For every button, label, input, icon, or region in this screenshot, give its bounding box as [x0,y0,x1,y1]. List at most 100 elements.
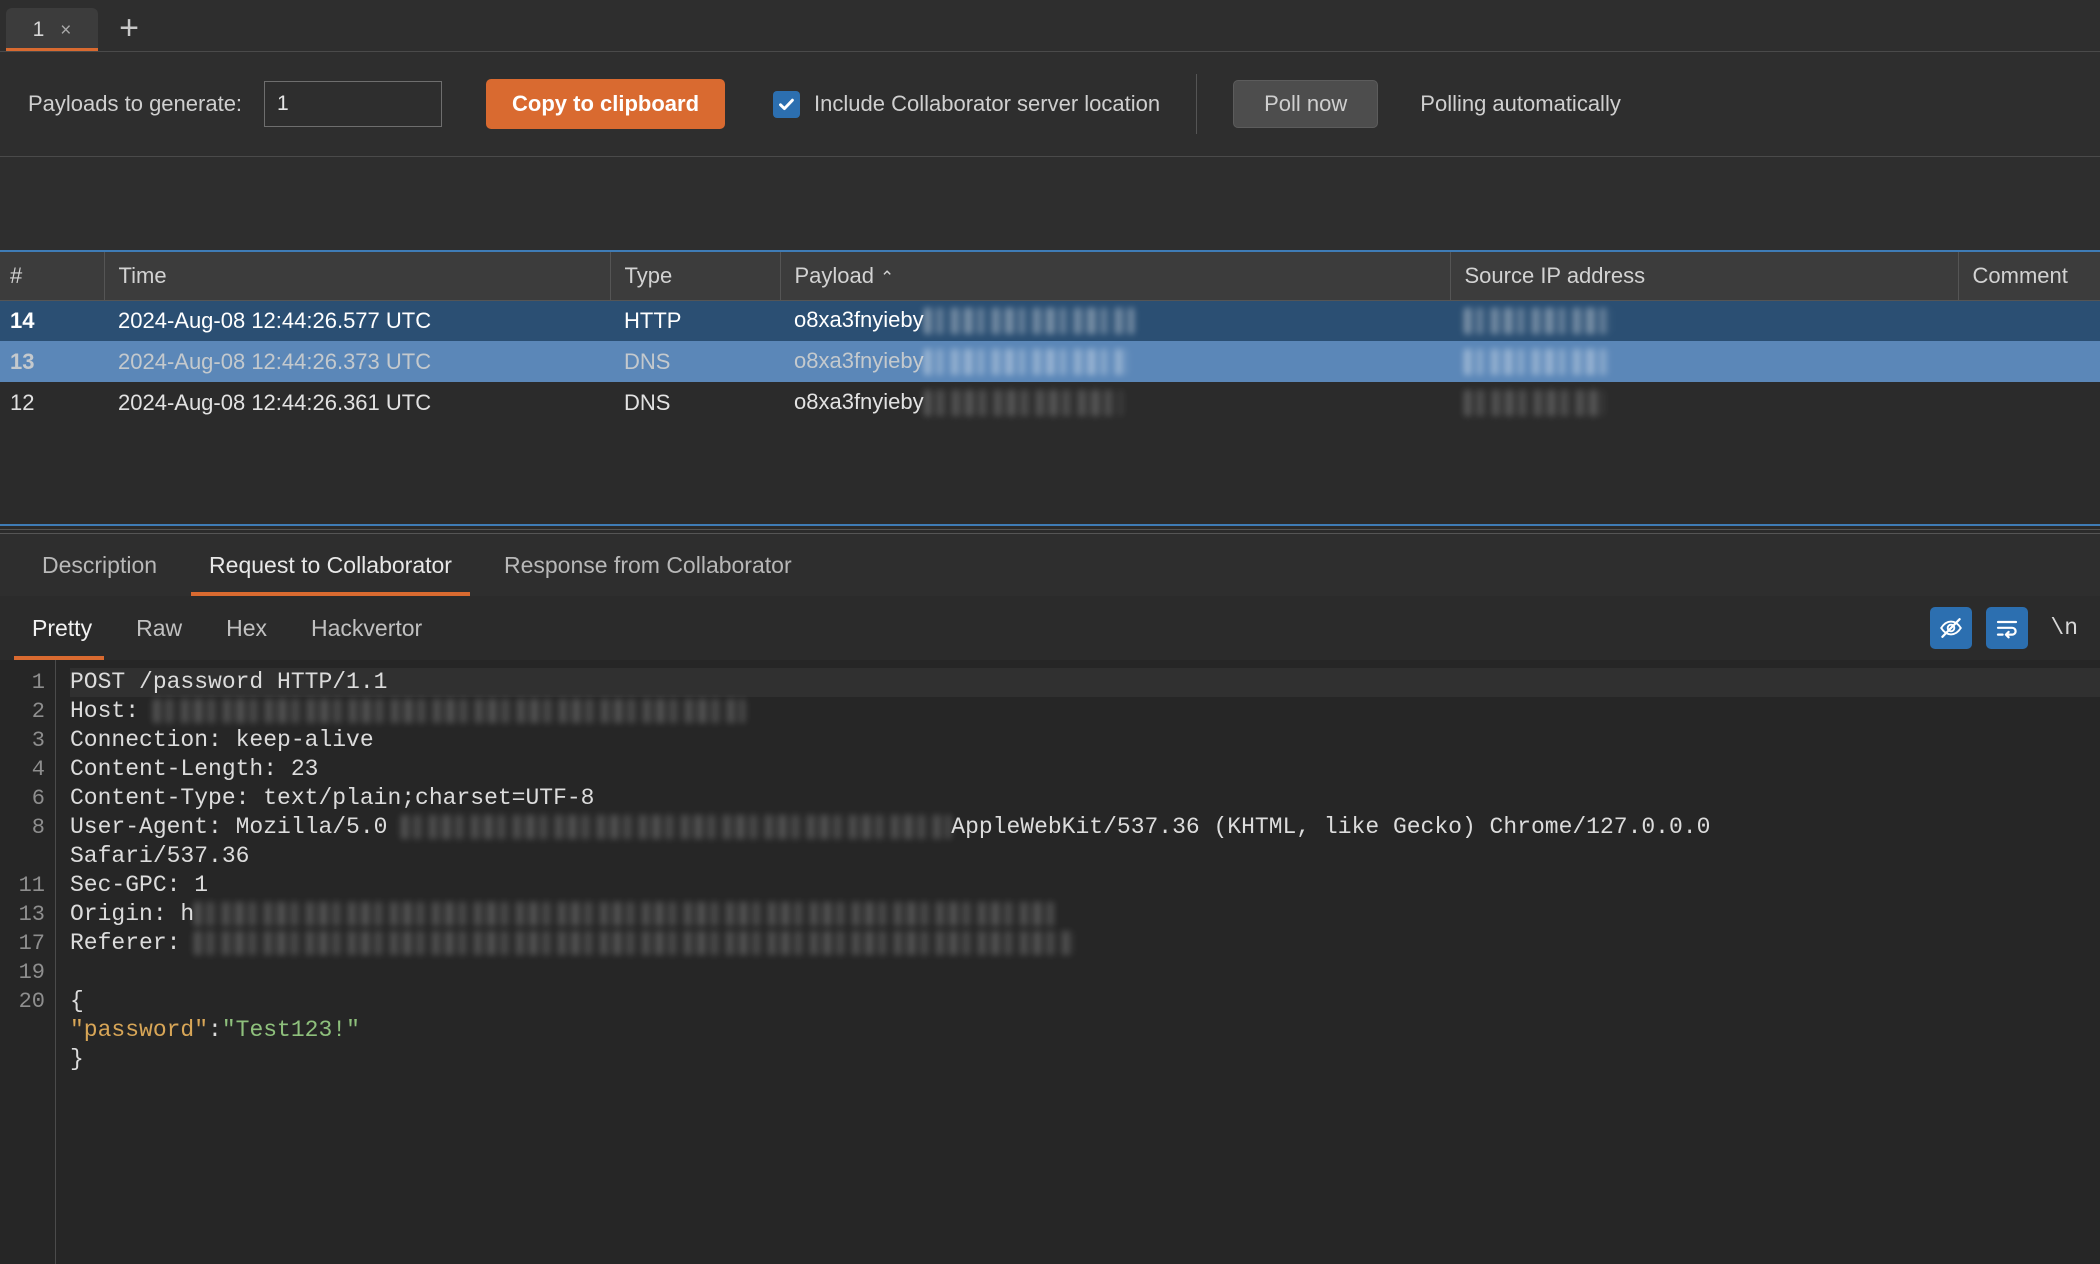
column-header-payload-label: Payload [794,262,875,288]
cell-type: DNS [624,389,671,415]
line-number: 6 [31,786,45,811]
redacted-source-ip [1464,308,1614,335]
code-line-user-agent-wrap: Safari/537.36 [70,843,250,869]
cell-source-ip [1450,382,1958,423]
redacted-host-value [152,698,745,723]
code-line-content-type: Content-Type: text/plain;charset=UTF-8 [70,785,595,811]
user-agent-tail: AppleWebKit/537.36 (KHTML, like Gecko) C… [951,814,1711,840]
eye-slash-icon[interactable] [1930,607,1973,649]
column-header-type[interactable]: Type [610,252,781,301]
cell-payload-text: o8xa3fnyieby [794,307,924,333]
payloads-to-generate-label: Payloads to generate: [28,91,243,116]
redacted-payload-suffix [923,349,1129,376]
cell-source-ip [1450,341,1958,382]
code-line-request-line: POST /password HTTP/1.1 [70,668,2100,697]
newline-toggle-label[interactable]: \n [2050,615,2078,641]
payloads-to-generate-input[interactable] [264,81,443,127]
code-line-referer: Referer: [70,929,2100,958]
word-wrap-icon[interactable] [1986,607,2029,649]
line-number-gutter: 1 2 3 4 6 8 11 13 17 19 20 [0,660,56,1264]
copy-to-clipboard-button[interactable]: Copy to clipboard [486,79,726,129]
redacted-source-ip [1464,349,1612,376]
cell-type: DNS [624,348,671,374]
redacted-payload-suffix [923,390,1122,417]
code-line-json-password: "password":"Test123!" [70,1016,2100,1045]
line-number: 11 [18,873,45,898]
line-number: 1 [31,670,45,695]
cell-source-ip [1450,300,1958,341]
tab-hex[interactable]: Hex [204,596,289,660]
line-number: 4 [31,757,45,782]
close-icon[interactable]: × [60,21,71,40]
request-code-viewer[interactable]: 1 2 3 4 6 8 11 13 17 19 20 POST /passwor… [0,660,2100,1264]
table-row[interactable]: 14 2024-Aug-08 12:44:26.577 UTC HTTP o8x… [0,300,2100,341]
cell-time: 2024-Aug-08 12:44:26.577 UTC [118,307,432,333]
table-row[interactable]: 13 2024-Aug-08 12:44:26.373 UTC DNS o8xa… [0,341,2100,382]
view-actions: \n [1930,607,2100,649]
cell-comment [1958,341,2100,382]
tab-hackvertor[interactable]: Hackvertor [289,596,444,660]
collaborator-events-table[interactable]: # Time Type Payload ⌃ Source IP address C… [0,252,2100,448]
cell-comment [1958,382,2100,423]
splitter-line-1 [0,529,2100,530]
collaborator-toolbar: Payloads to generate: Copy to clipboard … [0,52,2100,156]
header-name-referer: Referer: [70,930,195,956]
code-line-origin: Origin: h [70,900,2100,929]
table-row[interactable]: 12 2024-Aug-08 12:44:26.361 UTC DNS o8xa… [0,382,2100,423]
panel-splitter[interactable] [0,448,2100,534]
polling-status-label: Polling automatically [1420,91,1621,116]
column-header-time[interactable]: Time [104,252,611,301]
include-server-location-checkbox[interactable]: Include Collaborator server location [773,90,1160,118]
code-line-sec-gpc: Sec-GPC: 1 [70,872,209,898]
cell-time: 2024-Aug-08 12:44:26.361 UTC [118,389,432,415]
line-number [0,1016,55,1045]
message-tab-bar: Description Request to Collaborator Resp… [0,534,2100,596]
tab-strip: 1 × + [0,0,2100,52]
column-header-num[interactable]: # [0,252,105,301]
cell-num: 13 [10,348,35,374]
tab-label: 1 [32,18,45,41]
tab-raw[interactable]: Raw [114,596,204,660]
cell-num: 12 [10,389,35,415]
checkbox-checked-icon [773,90,801,118]
json-key-password: "password" [70,1017,209,1043]
tab-description[interactable]: Description [16,534,183,596]
cell-payload-text: o8xa3fnyieby [794,388,924,414]
redacted-origin-value [194,901,1055,926]
table-header-row: # Time Type Payload ⌃ Source IP address C… [0,252,2100,301]
redacted-user-agent-platform [401,814,952,839]
column-header-payload[interactable]: Payload ⌃ [780,252,1451,301]
cell-payload: o8xa3fnyieby [780,341,1450,382]
header-name-user-agent: User-Agent: Mozilla/5.0 [70,814,402,840]
collaborator-empty-area [0,157,2100,250]
new-tab-button[interactable]: + [98,8,160,52]
cell-payload: o8xa3fnyieby [780,382,1450,423]
tab-response-from-collaborator[interactable]: Response from Collaborator [478,534,818,596]
cell-payload: o8xa3fnyieby [780,300,1450,341]
cell-payload-text: o8xa3fnyieby [794,347,924,373]
line-number: 19 [18,960,45,985]
code-line-json-open: { [70,988,84,1014]
poll-now-button[interactable]: Poll now [1233,80,1379,128]
column-header-source-ip[interactable]: Source IP address [1450,252,1959,301]
code-line-json-close: } [70,1046,84,1072]
sort-ascending-icon: ⌃ [880,267,895,287]
column-header-comment[interactable]: Comment [1958,252,2100,301]
line-number [0,1045,55,1074]
line-number: 17 [18,931,45,956]
line-number: 13 [18,902,45,927]
code-line-user-agent: User-Agent: Mozilla/5.0 AppleWebKit/537.… [70,813,2100,842]
tab-pretty[interactable]: Pretty [10,596,114,660]
tab-request-to-collaborator[interactable]: Request to Collaborator [183,534,478,596]
code-line-connection: Connection: keep-alive [70,727,374,753]
json-colon: : [208,1017,222,1043]
cell-num: 14 [10,307,35,333]
line-number: 20 [18,989,45,1014]
collaborator-tab-1[interactable]: 1 × [6,8,98,52]
code-line-content-length: Content-Length: 23 [70,756,319,782]
splitter-focus-line [0,524,2100,526]
redacted-payload-suffix [923,308,1134,335]
header-name-origin: Origin: h [70,901,195,927]
line-number: 3 [31,728,45,753]
